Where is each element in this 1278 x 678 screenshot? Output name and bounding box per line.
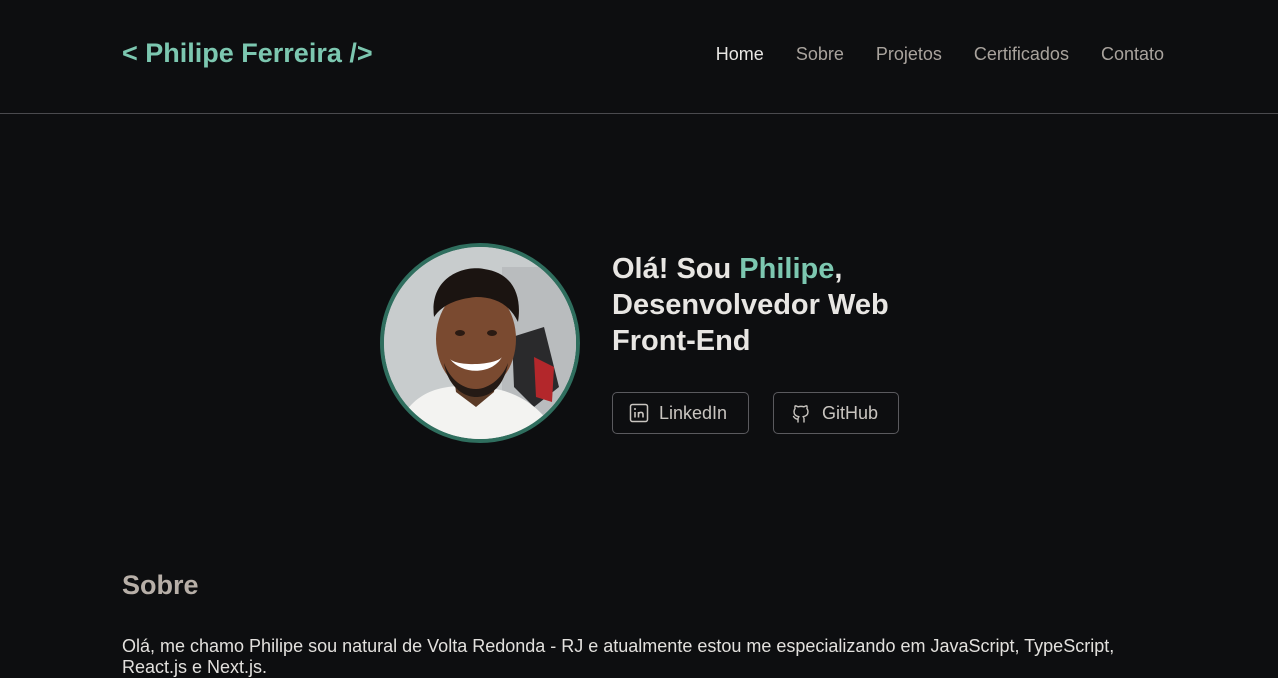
social-links: LinkedIn GitHub: [612, 392, 899, 434]
about-text: Olá, me chamo Philipe sou natural de Vol…: [122, 636, 1115, 677]
main-nav: Home Sobre Projetos Certificados Contato: [716, 44, 1164, 65]
hero-name: Philipe: [739, 253, 835, 285]
github-icon: [792, 405, 809, 423]
github-label: GitHub: [822, 402, 879, 423]
linkedin-button[interactable]: LinkedIn: [612, 392, 749, 434]
about-title: Sobre: [122, 570, 199, 600]
profile-photo-illustration: [384, 247, 576, 439]
greeting-suffix: ,: [834, 253, 843, 285]
profile-photo: [380, 243, 580, 443]
linkedin-label: LinkedIn: [659, 402, 728, 423]
nav-projetos[interactable]: Projetos: [876, 44, 942, 65]
greeting-prefix: Olá! Sou: [612, 253, 740, 285]
nav-contato[interactable]: Contato: [1101, 44, 1164, 65]
nav-certificados[interactable]: Certificados: [974, 44, 1069, 65]
hero-text: Olá! Sou Philipe, Desenvolvedor Web Front-…: [612, 251, 942, 434]
github-button[interactable]: GitHub: [773, 392, 899, 434]
hero-title: Olá! Sou Philipe, Desenvolvedor Web Front-…: [612, 251, 942, 359]
linkedin-icon: [629, 403, 649, 423]
nav-home[interactable]: Home: [716, 44, 764, 65]
nav-sobre[interactable]: Sobre: [796, 44, 844, 65]
site-header: < Philipe Ferreira /> Home Sobre Projeto…: [0, 0, 1278, 114]
role-line-1: Desenvolvedor Web: [612, 289, 889, 321]
site-logo[interactable]: < Philipe Ferreira />: [122, 38, 373, 69]
role-line-2: Front-End: [612, 325, 751, 357]
